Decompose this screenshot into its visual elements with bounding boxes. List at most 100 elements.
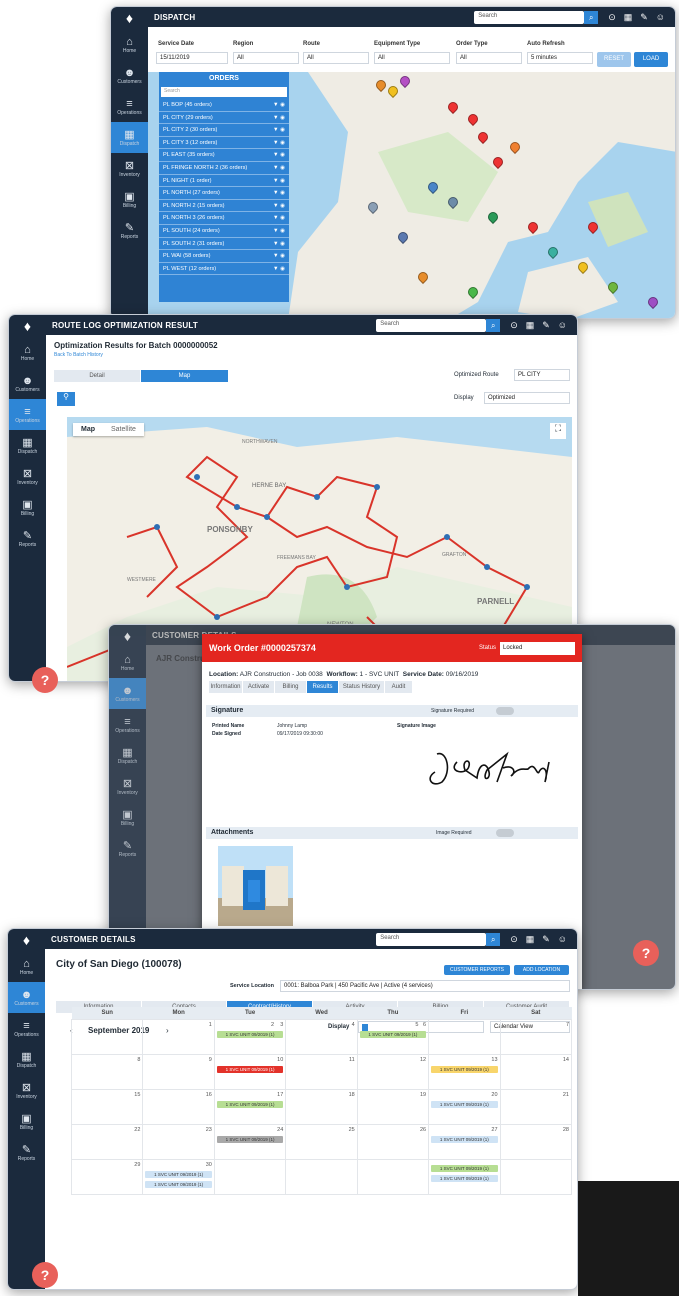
filter-icon[interactable]: ▼ ◉ — [273, 127, 285, 133]
settings-icon[interactable]: ⊙ — [510, 934, 518, 945]
service-location-select[interactable]: 0001: Balboa Park | 450 Pacific Ave | Ac… — [280, 980, 570, 992]
sidebar-item-billing[interactable]: ▣ Billing — [109, 802, 146, 833]
sidebar-item-billing[interactable]: ▣ Billing — [111, 184, 148, 215]
calendar-day[interactable]: 12 — [356, 1053, 430, 1090]
calendar-day[interactable]: . — [428, 1018, 501, 1055]
list-item[interactable]: PL NORTH 3 (26 orders) ▼ ◉ — [159, 212, 289, 225]
user-icon[interactable]: ☺ — [558, 320, 567, 330]
calendar-event[interactable]: 1 SVC UNIT 09/2019 (1) — [359, 1030, 427, 1038]
filter-icon[interactable]: ▼ ◉ — [273, 140, 285, 146]
list-item[interactable]: PL BOP (45 orders) ▼ ◉ — [159, 99, 289, 112]
display-select[interactable]: Optimized — [484, 392, 570, 404]
satellite-tab[interactable]: Satellite — [103, 423, 144, 436]
sidebar-item-customers[interactable]: ☻ Customers — [111, 60, 148, 91]
sidebar-item-customers[interactable]: ☻ Customers — [109, 678, 146, 709]
order-type-select[interactable]: All — [456, 52, 522, 64]
calendar-day[interactable]: 28 — [499, 1123, 573, 1160]
tab-information[interactable]: Information — [209, 681, 243, 693]
calendar-day[interactable]: 22 — [70, 1123, 144, 1160]
filter-icon[interactable]: ▼ ◉ — [273, 241, 285, 247]
calendar-icon[interactable]: ▦ — [526, 320, 535, 331]
wrench-icon[interactable]: ✎ — [542, 320, 550, 331]
region-select[interactable]: All — [233, 52, 299, 64]
sidebar-item-operations[interactable]: ≡ Operations — [111, 91, 148, 122]
filter-icon[interactable]: ▼ ◉ — [273, 228, 285, 234]
auto-refresh-select[interactable]: 5 minutes — [527, 52, 593, 64]
calendar-day[interactable]: 1 — [142, 1018, 215, 1055]
calendar-day[interactable]: 18 — [285, 1088, 358, 1125]
sidebar-item-dispatch[interactable]: ▦ Dispatch — [9, 430, 46, 461]
filter-icon[interactable]: ▼ ◉ — [273, 102, 285, 108]
calendar-day[interactable] — [356, 1158, 430, 1195]
sidebar-item-reports[interactable]: ✎ Reports — [9, 523, 46, 554]
reset-button[interactable]: RESET — [597, 52, 631, 67]
calendar-day[interactable]: 27 1 SVC UNIT 09/2019 (1) — [428, 1123, 501, 1160]
sidebar-item-billing[interactable]: ▣ Billing — [9, 492, 46, 523]
sidebar-item-dispatch[interactable]: ▦ Dispatch — [111, 122, 148, 153]
sidebar-item-inventory[interactable]: ⊠ Inventory — [111, 153, 148, 184]
user-icon[interactable]: ☺ — [656, 12, 665, 22]
calendar-event[interactable]: 1 SVC UNIT 09/2019 (1) — [216, 1030, 284, 1038]
search-input[interactable]: Search — [474, 10, 585, 24]
filter-icon[interactable]: ▼ ◉ — [273, 152, 285, 158]
add-location-button[interactable]: ADD LOCATION — [514, 965, 569, 975]
sidebar-item-reports[interactable]: ✎ Reports — [111, 215, 148, 246]
list-item[interactable]: PL CITY 2 (30 orders) ▼ ◉ — [159, 124, 289, 137]
filter-icon[interactable]: ▼ ◉ — [273, 215, 285, 221]
filter-icon[interactable]: ▼ ◉ — [273, 253, 285, 259]
calendar-day[interactable] — [70, 1018, 144, 1055]
optimized-route-select[interactable]: PL CITY — [514, 369, 570, 381]
calendar-day[interactable]: 29 — [70, 1158, 144, 1195]
calendar-day[interactable]: 10 1 SVC UNIT 09/2019 (1) — [213, 1053, 287, 1090]
back-link[interactable]: Back To Batch History — [54, 352, 103, 358]
list-item[interactable]: PL EAST (35 orders) ▼ ◉ — [159, 149, 289, 162]
calendar-event[interactable]: 1 SVC UNIT 09/2019 (1) — [431, 1065, 498, 1073]
calendar-event[interactable]: 1 SVC UNIT 09/2019 (1) — [216, 1100, 284, 1108]
sidebar-item-home[interactable]: ⌂ Home — [8, 951, 45, 982]
sidebar-item-dispatch[interactable]: ▦ Dispatch — [8, 1044, 45, 1075]
calendar-day[interactable]: 17 1 SVC UNIT 09/2019 (1) — [213, 1088, 287, 1125]
calendar-day[interactable]: 24 1 SVC UNIT 09/2019 (1) — [213, 1123, 287, 1160]
user-icon[interactable]: ☺ — [558, 934, 567, 944]
calendar-day[interactable]: 5 61 SVC UNIT 09/2019 (1) — [356, 1018, 430, 1055]
calendar-day[interactable]: 20 1 SVC UNIT 09/2019 (1) — [428, 1088, 501, 1125]
status-select[interactable]: Locked — [500, 641, 575, 655]
image-required-toggle[interactable] — [496, 829, 514, 837]
calendar-day[interactable]: 30 1 SVC UNIT 09/2019 (1) 1 SVC UNIT 09/20… — [142, 1158, 215, 1195]
calendar-event[interactable]: 1 SVC UNIT 09/2019 (1) — [431, 1174, 498, 1182]
filter-icon[interactable]: ▼ ◉ — [273, 266, 285, 272]
sidebar-item-operations[interactable]: ≡ Operations — [9, 399, 46, 430]
list-item[interactable]: PL CITY (29 orders) ▼ ◉ — [159, 112, 289, 125]
filter-icon[interactable]: ▼ ◉ — [273, 165, 285, 171]
calendar-day[interactable]: 13 1 SVC UNIT 09/2019 (1) — [428, 1053, 501, 1090]
map-tab[interactable]: Map — [73, 423, 103, 436]
list-item[interactable]: PL NIGHT (1 order) ▼ ◉ — [159, 175, 289, 188]
customer-reports-button[interactable]: CUSTOMER REPORTS — [444, 965, 510, 975]
load-button[interactable]: LOAD — [634, 52, 668, 67]
calendar-icon[interactable]: ▦ — [624, 12, 633, 23]
calendar-day[interactable] — [499, 1158, 573, 1195]
signature-required-toggle[interactable] — [496, 707, 514, 715]
pin-icon[interactable]: ⚲ — [57, 392, 75, 406]
search-input[interactable]: Search — [376, 318, 487, 332]
sidebar-item-operations[interactable]: ≡ Operations — [8, 1013, 45, 1044]
settings-icon[interactable]: ⊙ — [510, 320, 518, 331]
calendar-day[interactable]: 11 — [285, 1053, 358, 1090]
search-input[interactable]: Search — [376, 932, 487, 946]
tab-status-history[interactable]: Status History — [339, 681, 385, 693]
calendar-event[interactable]: 1 SVC UNIT 09/2019 (1) — [216, 1135, 284, 1143]
calendar-day[interactable]: 23 — [142, 1123, 215, 1160]
help-button[interactable]: ? — [32, 667, 58, 693]
sidebar-item-billing[interactable]: ▣ Billing — [8, 1106, 45, 1137]
route-select[interactable]: All — [303, 52, 369, 64]
list-item[interactable]: PL SOUTH (24 orders) ▼ ◉ — [159, 225, 289, 238]
calendar-day[interactable]: 8 — [70, 1053, 144, 1090]
tab-map[interactable]: Map — [141, 370, 229, 382]
list-item[interactable]: PL SOUTH 2 (31 orders) ▼ ◉ — [159, 238, 289, 251]
calendar-icon[interactable]: ▦ — [526, 934, 535, 945]
list-item[interactable]: PL FRINGE NORTH 2 (36 orders) ▼ ◉ — [159, 162, 289, 175]
tab-activate[interactable]: Activate — [243, 681, 275, 693]
sidebar-item-operations[interactable]: ≡ Operations — [109, 709, 146, 740]
calendar-day[interactable] — [213, 1158, 287, 1195]
help-button[interactable]: ? — [633, 940, 659, 966]
